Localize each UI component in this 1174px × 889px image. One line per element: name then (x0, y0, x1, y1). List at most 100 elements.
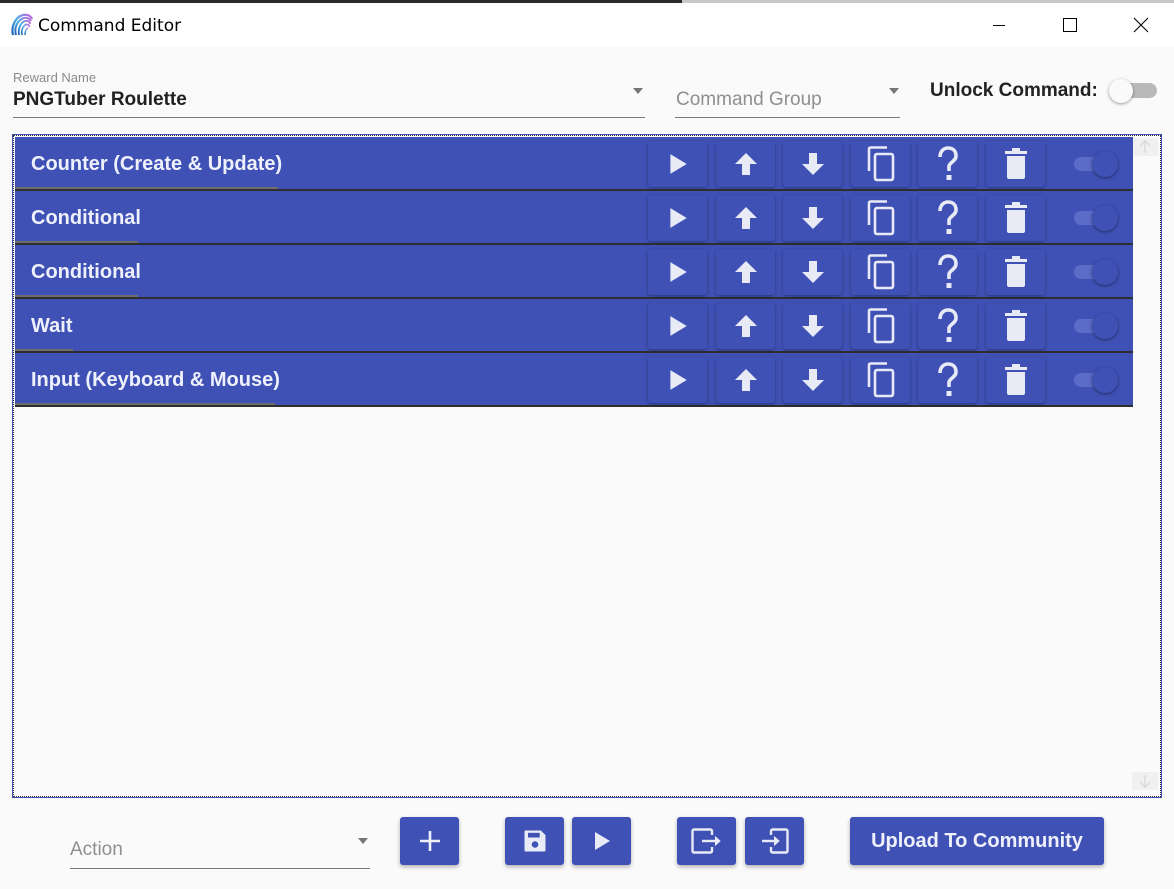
maximize-button[interactable] (1047, 3, 1093, 47)
play-button[interactable] (648, 249, 707, 295)
arrow-up-button[interactable] (716, 195, 775, 241)
chevron-down-icon[interactable] (889, 88, 899, 94)
close-icon (1133, 17, 1149, 33)
action-title[interactable]: Conditional (31, 261, 141, 284)
delete-button[interactable] (986, 303, 1045, 349)
chevron-down-icon[interactable] (358, 838, 368, 844)
play-button[interactable] (648, 195, 707, 241)
save-icon (524, 830, 545, 852)
test-run-button[interactable] (572, 817, 631, 865)
action-title[interactable]: Wait (31, 315, 72, 338)
copy-button[interactable] (851, 357, 910, 403)
action-row[interactable]: Conditional (15, 245, 1133, 299)
action-underline (70, 868, 370, 869)
maximize-icon (1063, 18, 1077, 32)
copy-icon (867, 254, 894, 290)
arrow-up-button[interactable] (716, 357, 775, 403)
scroll-down-button[interactable] (1132, 772, 1158, 790)
help-button[interactable] (918, 357, 977, 403)
play-button[interactable] (648, 303, 707, 349)
help-icon (937, 362, 958, 396)
help-button[interactable] (918, 141, 977, 187)
action-enabled-toggle[interactable] (1072, 366, 1118, 394)
arrow-down-button[interactable] (783, 195, 842, 241)
copy-icon (867, 146, 894, 182)
help-button[interactable] (918, 249, 977, 295)
play-icon (669, 208, 687, 228)
action-row[interactable]: Conditional (15, 191, 1133, 245)
play-icon (669, 316, 687, 336)
play-icon (669, 154, 687, 174)
action-title-underline (15, 241, 138, 243)
add-action-button[interactable] (400, 817, 459, 865)
action-placeholder[interactable]: Action (70, 839, 123, 861)
app-logo-icon (11, 13, 33, 36)
copy-button[interactable] (851, 195, 910, 241)
action-row[interactable]: Input (Keyboard & Mouse) (15, 353, 1133, 407)
action-enabled-toggle[interactable] (1072, 204, 1118, 232)
action-title[interactable]: Input (Keyboard & Mouse) (31, 369, 280, 392)
delete-button[interactable] (986, 357, 1045, 403)
help-icon (937, 308, 958, 342)
copy-icon (867, 362, 894, 398)
export-button[interactable] (677, 817, 736, 865)
play-icon (669, 370, 687, 390)
upload-to-community-label: Upload To Community (871, 829, 1083, 852)
help-icon (937, 146, 958, 180)
delete-button[interactable] (986, 141, 1045, 187)
action-row[interactable]: Wait (15, 299, 1133, 353)
arrow-down-icon (801, 153, 824, 175)
action-title-underline (15, 187, 278, 189)
copy-button[interactable] (851, 303, 910, 349)
scroll-up-button[interactable] (1132, 138, 1158, 156)
arrow-up-icon (734, 261, 757, 283)
arrow-up-icon (734, 315, 757, 337)
unlock-command-toggle[interactable] (1107, 78, 1159, 104)
unlock-command-label: Unlock Command: (930, 80, 1098, 101)
reward-name-underline (13, 117, 645, 118)
action-enabled-toggle[interactable] (1072, 312, 1118, 340)
help-button[interactable] (918, 303, 977, 349)
action-row[interactable]: Counter (Create & Update) (15, 137, 1133, 191)
window-title: Command Editor (38, 16, 182, 36)
arrow-up-button[interactable] (716, 249, 775, 295)
minimize-button[interactable] (976, 3, 1022, 47)
help-button[interactable] (918, 195, 977, 241)
plus-icon (419, 831, 440, 851)
upload-to-community-button[interactable]: Upload To Community (850, 817, 1104, 865)
reward-name-value[interactable]: PNGTuber Roulette (13, 89, 187, 111)
play-button[interactable] (648, 357, 707, 403)
arrow-down-icon (801, 369, 824, 391)
arrow-down-button[interactable] (783, 357, 842, 403)
help-icon (937, 254, 958, 288)
reward-name-label: Reward Name (13, 70, 97, 85)
save-button[interactable] (505, 817, 564, 865)
chevron-down-icon[interactable] (633, 88, 643, 94)
copy-button[interactable] (851, 141, 910, 187)
arrow-down-button[interactable] (783, 303, 842, 349)
arrow-down-icon (801, 261, 824, 283)
delete-button[interactable] (986, 195, 1045, 241)
arrow-up-button[interactable] (716, 303, 775, 349)
arrow-down-button[interactable] (783, 249, 842, 295)
title-bar: Command Editor (0, 3, 1174, 47)
action-enabled-toggle[interactable] (1072, 258, 1118, 286)
arrow-down-icon (801, 207, 824, 229)
close-button[interactable] (1118, 3, 1164, 47)
arrow-down-button[interactable] (783, 141, 842, 187)
delete-icon (1004, 148, 1027, 179)
arrow-up-icon (1139, 140, 1151, 153)
play-button[interactable] (648, 141, 707, 187)
arrow-up-icon (734, 369, 757, 391)
delete-icon (1004, 310, 1027, 341)
delete-button[interactable] (986, 249, 1045, 295)
command-group-placeholder[interactable]: Command Group (676, 89, 822, 111)
action-title[interactable]: Counter (Create & Update) (31, 153, 282, 176)
action-enabled-toggle[interactable] (1072, 150, 1118, 178)
help-icon (937, 200, 958, 234)
arrow-up-button[interactable] (716, 141, 775, 187)
copy-button[interactable] (851, 249, 910, 295)
import-button[interactable] (745, 817, 804, 865)
arrow-down-icon (801, 315, 824, 337)
action-title[interactable]: Conditional (31, 207, 141, 230)
